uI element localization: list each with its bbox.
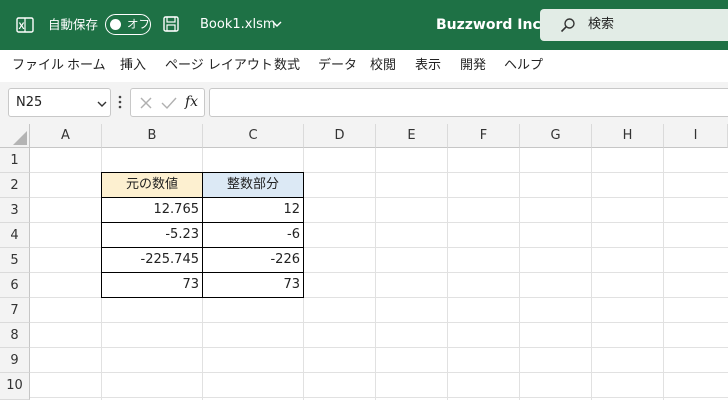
column-header-d[interactable]: D: [304, 124, 376, 148]
title-bar: X 自動保存 オフ Book1.xlsm Buzzword Inc. 検索: [0, 0, 728, 50]
more-options-icon[interactable]: [118, 95, 122, 109]
row-header-5[interactable]: 5: [0, 248, 30, 273]
cell-b3[interactable]: 12.765: [101, 197, 203, 223]
column-header-c[interactable]: C: [203, 124, 304, 148]
gridline: [519, 148, 520, 400]
cell-c4[interactable]: -6: [202, 222, 304, 248]
search-icon: [560, 18, 575, 33]
cell-c2-header[interactable]: 整数部分: [202, 172, 304, 198]
menu-developer[interactable]: 開発: [460, 57, 486, 75]
name-box-value: N25: [16, 95, 43, 110]
menu-insert[interactable]: 挿入: [120, 57, 146, 75]
gridline: [663, 148, 664, 400]
column-header-i[interactable]: I: [664, 124, 728, 148]
select-all-triangle: [13, 131, 27, 145]
row-header-8[interactable]: 8: [0, 323, 30, 348]
formula-buttons: fx: [130, 88, 205, 117]
search-box[interactable]: 検索: [540, 9, 728, 41]
ribbon-menu: ファイル ホーム 挿入 ページ レイアウト 数式 データ 校閲 表示 開発 ヘル…: [0, 50, 728, 82]
row-header-9[interactable]: 9: [0, 348, 30, 373]
select-all-button[interactable]: [0, 124, 30, 148]
cell-c6[interactable]: 73: [202, 272, 304, 298]
company-name: Buzzword Inc.: [436, 17, 547, 33]
menu-view[interactable]: 表示: [415, 57, 441, 75]
menu-help[interactable]: ヘルプ: [504, 57, 543, 75]
menu-review[interactable]: 校閲: [370, 57, 396, 75]
svg-text:X: X: [19, 21, 25, 31]
cell-b5[interactable]: -225.745: [101, 247, 203, 273]
gridline: [30, 397, 728, 398]
cell-b6[interactable]: 73: [101, 272, 203, 298]
toggle-label: オフ: [127, 17, 150, 31]
spreadsheet-grid: A B C D E F G H I 1 2 3 4 5 6 7 8 9 10 元…: [0, 124, 728, 400]
chevron-down-icon[interactable]: [272, 19, 282, 29]
menu-formulas[interactable]: 数式: [274, 57, 300, 75]
toggle-knob: [110, 18, 121, 30]
save-icon[interactable]: [162, 15, 180, 33]
gridline: [30, 347, 728, 348]
menu-home[interactable]: ホーム: [67, 57, 106, 75]
menu-file[interactable]: ファイル: [12, 57, 64, 75]
formula-input[interactable]: [209, 88, 728, 117]
menu-page-layout[interactable]: ページ レイアウト: [165, 57, 273, 75]
row-header-7[interactable]: 7: [0, 298, 30, 323]
gridline: [447, 148, 448, 400]
autosave-toggle[interactable]: オフ: [105, 14, 151, 35]
file-name[interactable]: Book1.xlsm: [200, 16, 276, 34]
excel-icon[interactable]: X: [16, 16, 34, 34]
search-placeholder: 検索: [588, 17, 615, 32]
cell-c3[interactable]: 12: [202, 197, 304, 223]
row-header-10[interactable]: 10: [0, 373, 30, 400]
autosave-label: 自動保存: [48, 17, 99, 32]
cell-c5[interactable]: -226: [202, 247, 304, 273]
formula-bar-area: N25 fx: [0, 82, 728, 124]
gridline: [591, 148, 592, 400]
gridline: [30, 372, 728, 373]
gridline: [30, 322, 728, 323]
row-header-3[interactable]: 3: [0, 198, 30, 223]
column-header-b[interactable]: B: [102, 124, 203, 148]
row-header-6[interactable]: 6: [0, 273, 30, 298]
row-header-1[interactable]: 1: [0, 148, 30, 173]
column-header-f[interactable]: F: [448, 124, 520, 148]
cell-b2-header[interactable]: 元の数値: [101, 172, 203, 198]
column-header-e[interactable]: E: [376, 124, 448, 148]
column-header-g[interactable]: G: [520, 124, 592, 148]
menu-data[interactable]: データ: [318, 57, 357, 75]
insert-function-icon[interactable]: fx: [185, 93, 198, 111]
name-box[interactable]: N25: [8, 88, 111, 117]
cell-b4[interactable]: -5.23: [101, 222, 203, 248]
check-icon[interactable]: [161, 96, 177, 110]
column-header-a[interactable]: A: [30, 124, 102, 148]
gridline: [375, 148, 376, 400]
cancel-icon[interactable]: [139, 96, 153, 110]
column-header-h[interactable]: H: [592, 124, 664, 148]
chevron-down-icon[interactable]: [97, 99, 107, 109]
row-header-2[interactable]: 2: [0, 173, 30, 198]
row-header-4[interactable]: 4: [0, 223, 30, 248]
